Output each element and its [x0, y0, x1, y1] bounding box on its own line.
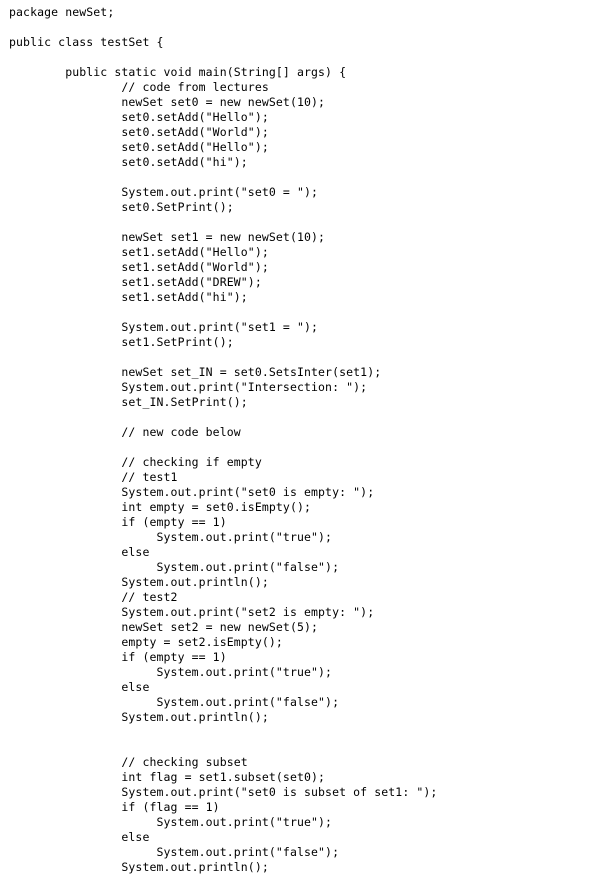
code-listing: package newSet; public class testSet { pu…: [0, 0, 590, 875]
code-line: // code from lectures: [9, 80, 269, 94]
code-line: if (empty == 1): [9, 515, 227, 529]
code-line: int flag = set1.subset(set0);: [9, 770, 326, 784]
code-line: set0.setAdd("hi");: [9, 155, 248, 169]
code-line: set0.setAdd("Hello");: [9, 110, 269, 124]
code-line: set1.setAdd("Hello");: [9, 245, 269, 259]
code-line: System.out.println();: [9, 575, 269, 589]
code-line: newSet set0 = new newSet(10);: [9, 95, 326, 109]
code-line: newSet set1 = new newSet(10);: [9, 230, 326, 244]
code-line: public class testSet {: [9, 35, 164, 49]
code-line: System.out.print("set0 = ");: [9, 185, 319, 199]
code-line: // checking if empty: [9, 455, 262, 469]
code-line: System.out.print("set1 = ");: [9, 320, 319, 334]
code-line: set0.SetPrint();: [9, 200, 234, 214]
code-line: else: [9, 545, 150, 559]
code-line: else: [9, 830, 150, 844]
code-line: set1.setAdd("World");: [9, 260, 269, 274]
code-line: // test1: [9, 470, 178, 484]
code-line: System.out.print("Intersection: ");: [9, 380, 368, 394]
code-line: set_IN.SetPrint();: [9, 395, 248, 409]
code-line: set1.setAdd("DREW");: [9, 275, 262, 289]
code-line: empty = set2.isEmpty();: [9, 635, 283, 649]
code-line: set0.setAdd("World");: [9, 125, 269, 139]
code-line: else: [9, 680, 150, 694]
code-line: // new code below: [9, 425, 241, 439]
code-line: System.out.print("true");: [9, 530, 333, 544]
code-line: System.out.print("true");: [9, 815, 333, 829]
code-line: System.out.print("false");: [9, 560, 340, 574]
code-line: System.out.print("false");: [9, 845, 340, 859]
code-line: System.out.print("set0 is subset of set1…: [9, 785, 438, 799]
code-line: System.out.print("set2 is empty: ");: [9, 605, 375, 619]
code-line: newSet set_IN = set0.SetsInter(set1);: [9, 365, 382, 379]
code-line: System.out.println();: [9, 710, 269, 724]
code-line: public static void main(String[] args) {: [9, 65, 347, 79]
code-line: package newSet;: [9, 5, 115, 19]
code-line: if (empty == 1): [9, 650, 227, 664]
code-line: System.out.print("false");: [9, 695, 340, 709]
code-line: set0.setAdd("Hello");: [9, 140, 269, 154]
code-line: // checking subset: [9, 755, 248, 769]
code-line: System.out.print("set0 is empty: ");: [9, 485, 375, 499]
code-line: newSet set2 = new newSet(5);: [9, 620, 319, 634]
code-line: if (flag == 1): [9, 800, 220, 814]
code-line: System.out.println();: [9, 860, 269, 874]
code-line: set1.setAdd("hi");: [9, 290, 248, 304]
code-line: set1.SetPrint();: [9, 335, 234, 349]
code-line: int empty = set0.isEmpty();: [9, 500, 312, 514]
code-line: // test2: [9, 590, 178, 604]
code-line: System.out.print("true");: [9, 665, 333, 679]
